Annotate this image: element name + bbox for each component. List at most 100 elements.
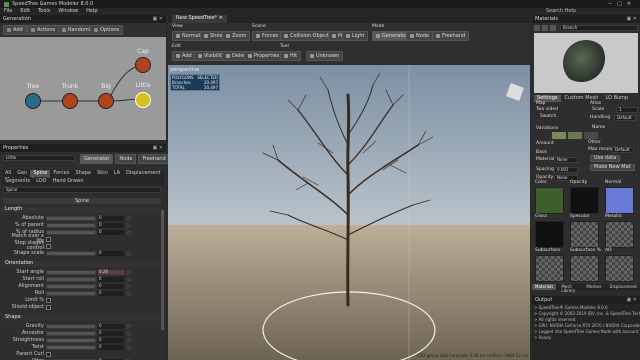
property-tab[interactable]: Displacement — [123, 170, 163, 177]
material-field-value[interactable]: 0.001 — [554, 167, 578, 173]
property-checkbox[interactable] — [46, 236, 51, 242]
property-value[interactable]: 0 — [98, 215, 124, 221]
mode-button[interactable]: Node — [406, 31, 434, 41]
map-swatch[interactable] — [570, 187, 599, 214]
node-trunk[interactable] — [62, 93, 78, 109]
menu-item[interactable]: Tools — [38, 9, 50, 14]
property-value[interactable]: 0 — [98, 337, 124, 343]
property-value[interactable]: 0 — [98, 250, 124, 256]
map-swatch[interactable] — [605, 221, 634, 248]
property-subtab[interactable]: Segments — [2, 178, 33, 185]
property-group-select[interactable]: Spine — [3, 187, 161, 193]
doc-tab[interactable]: New SpeedTree* ✕ — [172, 15, 227, 23]
property-slider[interactable] — [46, 337, 96, 343]
menu-item[interactable]: File — [4, 9, 12, 14]
property-slider[interactable] — [46, 222, 96, 228]
material-tab[interactable]: LO Bump — [602, 95, 631, 102]
property-value[interactable]: 0 — [98, 229, 124, 235]
mode-button[interactable]: Freehand — [432, 31, 470, 41]
materials-bottom-tab[interactable]: Meshes — [583, 284, 604, 290]
window-control[interactable]: − — [608, 1, 617, 7]
mode-button[interactable]: Node — [115, 154, 137, 164]
scene-button[interactable]: Forces — [252, 31, 283, 41]
property-tab[interactable]: Spine — [30, 170, 51, 177]
material-search-field[interactable]: Branch — [560, 25, 638, 31]
materials-bottom-tab[interactable]: Materials — [532, 284, 557, 290]
properties-scrollbar[interactable] — [161, 210, 164, 330]
node-big[interactable] — [98, 93, 114, 109]
property-tab[interactable]: Shape — [72, 170, 94, 177]
property-value[interactable]: 0 — [98, 283, 124, 289]
curve-icon[interactable] — [126, 250, 131, 256]
property-slider[interactable] — [46, 215, 96, 221]
property-slider[interactable] — [46, 290, 96, 296]
node-little[interactable] — [135, 92, 151, 108]
property-checkbox[interactable] — [46, 297, 51, 303]
property-slider[interactable] — [46, 269, 96, 275]
map-swatch[interactable] — [605, 187, 634, 214]
map-swatch[interactable] — [535, 255, 564, 282]
map-swatch[interactable] — [535, 187, 564, 214]
generator-name-field[interactable]: Little — [3, 155, 75, 161]
property-checkbox[interactable] — [46, 243, 51, 249]
viewport[interactable]: perspective POLYGONS SELECTED Branches 20,4… — [168, 65, 530, 360]
variation-swatch[interactable] — [552, 132, 566, 139]
node-tree[interactable] — [25, 93, 41, 109]
property-value[interactable]: 0 — [98, 290, 124, 296]
generation-graph[interactable]: Tree Trunk Big Cap Little — [0, 37, 166, 140]
map-swatch[interactable] — [535, 221, 564, 248]
curve-icon[interactable] — [126, 269, 131, 275]
menu-item[interactable]: Window — [58, 9, 78, 14]
window-controls[interactable]: −□✕ — [608, 1, 636, 7]
curve-icon[interactable] — [126, 276, 131, 282]
curve-icon[interactable] — [126, 215, 131, 221]
curve-icon[interactable] — [126, 222, 131, 228]
curve-icon[interactable] — [126, 337, 131, 343]
property-tab[interactable]: LA — [111, 170, 123, 177]
property-tab[interactable]: Skin — [94, 170, 111, 177]
property-tab[interactable]: Forces — [50, 170, 72, 177]
node-cap[interactable] — [135, 57, 151, 73]
variation-swatch[interactable] — [584, 132, 598, 139]
generation-toolbar-button[interactable]: Add — [3, 25, 27, 35]
delete-material-icon[interactable] — [550, 25, 556, 31]
edit-button[interactable]: Add — [172, 51, 196, 61]
property-subtab[interactable]: Hand Drawn — [50, 178, 87, 185]
curve-icon[interactable] — [126, 283, 131, 289]
material-field-value[interactable]: Default — [614, 115, 636, 121]
generation-toolbar-button[interactable]: Options — [90, 25, 124, 35]
property-slider[interactable] — [46, 276, 96, 282]
menu-item[interactable]: Edit — [20, 9, 30, 14]
curve-icon[interactable] — [126, 290, 131, 296]
property-slider[interactable] — [46, 283, 96, 289]
tool-button[interactable]: Unknown — [306, 51, 344, 61]
property-value[interactable]: 0 — [98, 276, 124, 282]
material-field-value[interactable]: 1 — [616, 107, 638, 113]
material-field-value[interactable]: Default — [612, 147, 634, 153]
window-control[interactable]: ✕ — [627, 1, 636, 7]
materials-bottom-tab[interactable]: Displacement — [607, 284, 640, 290]
edit-button[interactable]: Properties — [244, 51, 284, 61]
use-data-button[interactable]: Use data — [590, 155, 621, 162]
panel-controls[interactable]: ▣ ✕ — [626, 297, 637, 303]
property-checkbox[interactable] — [46, 304, 51, 310]
property-value[interactable]: 0 — [98, 330, 124, 336]
make-new-mat-button[interactable]: Make New Mat — [590, 164, 635, 171]
property-slider[interactable] — [46, 229, 96, 235]
map-swatch[interactable] — [570, 221, 599, 248]
generation-toolbar-button[interactable]: Actions — [27, 25, 60, 35]
section-header[interactable]: Orientation — [2, 261, 160, 267]
property-tab[interactable]: All — [2, 170, 14, 177]
close-icon[interactable]: ✕ — [219, 15, 223, 21]
window-control[interactable]: □ — [617, 1, 627, 7]
property-subtab[interactable]: LOD — [33, 178, 49, 185]
curve-icon[interactable] — [126, 323, 131, 329]
map-swatch[interactable] — [570, 255, 599, 282]
view-button[interactable]: Zoom — [222, 31, 251, 41]
section-header[interactable]: Length — [2, 207, 160, 213]
mode-button[interactable]: Freehand — [138, 154, 170, 164]
tool-button[interactable]: Hit — [280, 51, 302, 61]
curve-icon[interactable] — [126, 344, 131, 350]
add-material-icon[interactable] — [534, 25, 540, 31]
panel-controls[interactable]: ▣ ✕ — [152, 16, 163, 22]
